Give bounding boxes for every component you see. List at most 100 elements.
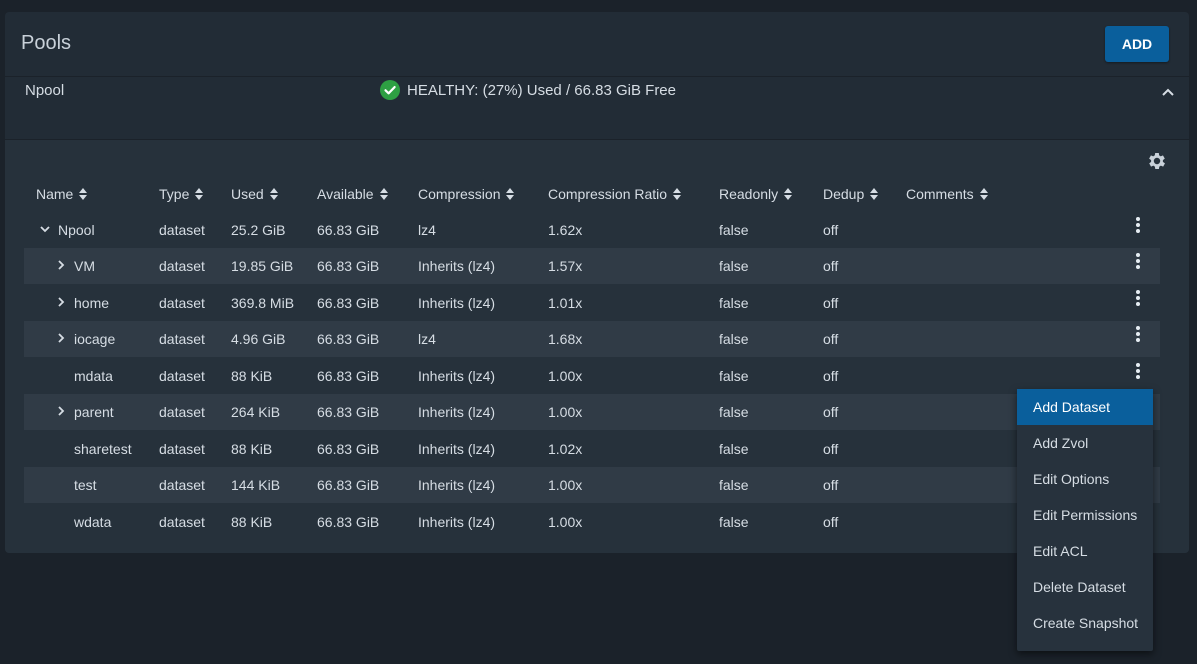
table-row[interactable]: Npool dataset 25.2 GiB 66.83 GiB lz4 1.62x fal…	[24, 212, 1160, 248]
column-header-label: Available	[317, 186, 374, 202]
table-row[interactable]: sharetest dataset 88 KiB 66.83 GiB Inherits …	[24, 431, 1160, 467]
cell-dedup: off	[823, 404, 839, 420]
cell-dedup: off	[823, 258, 839, 274]
cell-available: 66.83 GiB	[317, 258, 380, 274]
cell-compression: Inherits (lz4)	[418, 441, 496, 457]
page-title: Pools	[21, 32, 72, 54]
more-options-icon[interactable]	[1130, 288, 1146, 308]
menu-item-create-snapshot[interactable]: Create Snapshot	[1017, 605, 1153, 641]
table-row[interactable]: mdata dataset 88 KiB 66.83 GiB Inherits (lz4…	[24, 358, 1160, 394]
chevron-down-icon[interactable]	[40, 224, 50, 234]
cell-available: 66.83 GiB	[317, 514, 380, 530]
card-header: Pools ADD	[5, 12, 1189, 77]
cell-readonly: false	[719, 258, 749, 274]
cell-compression: Inherits (lz4)	[418, 368, 496, 384]
more-options-icon[interactable]	[1130, 251, 1146, 271]
cell-readonly: false	[719, 331, 749, 347]
table-row[interactable]: parent dataset 264 KiB 66.83 GiB Inherits (l…	[24, 394, 1160, 430]
cell-compression: Inherits (lz4)	[418, 258, 496, 274]
cell-available: 66.83 GiB	[317, 222, 380, 238]
more-options-icon[interactable]	[1130, 215, 1146, 235]
column-header-label: Comments	[906, 186, 974, 202]
chevron-right-icon[interactable]	[56, 260, 66, 270]
cell-used: 4.96 GiB	[231, 331, 286, 347]
cell-type: dataset	[159, 368, 205, 384]
cell-ratio: 1.00x	[548, 404, 583, 420]
cell-used: 88 KiB	[231, 514, 273, 530]
column-header-compression[interactable]: Compression	[418, 186, 515, 202]
cell-dedup: off	[823, 441, 839, 457]
dataset-name: VM	[74, 258, 95, 274]
column-header-label: Used	[231, 186, 264, 202]
cell-ratio: 1.68x	[548, 331, 583, 347]
more-options-icon[interactable]	[1130, 361, 1146, 381]
column-header-label: Dedup	[823, 186, 865, 202]
menu-item-delete-dataset[interactable]: Delete Dataset	[1017, 569, 1153, 605]
column-header-label: Compression	[418, 186, 501, 202]
menu-item-edit-permissions[interactable]: Edit Permissions	[1017, 497, 1153, 533]
cell-dedup: off	[823, 514, 839, 530]
column-header-readonly[interactable]: Readonly	[719, 186, 793, 202]
sort-icon	[784, 188, 793, 200]
chevron-right-icon[interactable]	[56, 333, 66, 343]
cell-compression: Inherits (lz4)	[418, 514, 496, 530]
table-row[interactable]: wdata dataset 88 KiB 66.83 GiB Inherits (lz4…	[24, 504, 1160, 540]
table-row[interactable]: home dataset 369.8 MiB 66.83 GiB Inherits (l…	[24, 285, 1160, 321]
cell-readonly: false	[719, 477, 749, 493]
sort-icon	[870, 188, 879, 200]
menu-item-edit-options[interactable]: Edit Options	[1017, 461, 1153, 497]
cell-type: dataset	[159, 441, 205, 457]
cell-type: dataset	[159, 258, 205, 274]
sort-icon	[379, 188, 388, 200]
chevron-right-icon[interactable]	[56, 406, 66, 416]
sort-icon	[269, 188, 278, 200]
menu-item-edit-acl[interactable]: Edit ACL	[1017, 533, 1153, 569]
cell-readonly: false	[719, 404, 749, 420]
column-header-name[interactable]: Name	[36, 186, 88, 202]
column-header-label: Readonly	[719, 186, 779, 202]
table-row[interactable]: test dataset 144 KiB 66.83 GiB Inherits (lz4…	[24, 467, 1160, 503]
cell-readonly: false	[719, 222, 749, 238]
chevron-right-icon[interactable]	[56, 297, 66, 307]
cell-compression: Inherits (lz4)	[418, 295, 496, 311]
sort-icon	[673, 188, 682, 200]
cell-dedup: off	[823, 368, 839, 384]
gear-icon[interactable]	[1146, 150, 1168, 172]
cell-type: dataset	[159, 514, 205, 530]
dataset-name: mdata	[74, 368, 113, 384]
menu-item-add-dataset[interactable]: Add Dataset	[1017, 389, 1153, 425]
dataset-name: iocage	[74, 331, 116, 347]
cell-dedup: off	[823, 222, 839, 238]
cell-type: dataset	[159, 295, 205, 311]
cell-compression: Inherits (lz4)	[418, 404, 496, 420]
cell-readonly: false	[719, 368, 749, 384]
cell-compression: lz4	[418, 331, 436, 347]
column-header-comments[interactable]: Comments	[906, 186, 988, 202]
table-row[interactable]: iocage dataset 4.96 GiB 66.83 GiB lz4 1.68x fa…	[24, 321, 1160, 357]
add-pool-button[interactable]: ADD	[1105, 26, 1169, 62]
column-header-type[interactable]: Type	[159, 186, 204, 202]
cell-dedup: off	[823, 295, 839, 311]
pool-status: HEALTHY: (27%) Used / 66.83 GiB Free	[380, 80, 676, 100]
cell-ratio: 1.00x	[548, 368, 583, 384]
cell-available: 66.83 GiB	[317, 331, 380, 347]
cell-ratio: 1.00x	[548, 514, 583, 530]
column-header-used[interactable]: Used	[231, 186, 278, 202]
pool-name: Npool	[25, 82, 65, 99]
pool-status-text: HEALTHY: (27%) Used / 66.83 GiB Free	[407, 81, 676, 99]
cell-used: 264 KiB	[231, 404, 281, 420]
column-header-available[interactable]: Available	[317, 186, 388, 202]
cell-used: 19.85 GiB	[231, 258, 294, 274]
chevron-up-icon[interactable]	[1161, 85, 1175, 99]
more-options-icon[interactable]	[1130, 324, 1146, 344]
column-header-dedup[interactable]: Dedup	[823, 186, 879, 202]
cell-available: 66.83 GiB	[317, 368, 380, 384]
cell-used: 88 KiB	[231, 368, 273, 384]
cell-readonly: false	[719, 441, 749, 457]
menu-item-add-zvol[interactable]: Add Zvol	[1017, 425, 1153, 461]
cell-available: 66.83 GiB	[317, 477, 380, 493]
table-row[interactable]: VM dataset 19.85 GiB 66.83 GiB Inherits (lz4…	[24, 248, 1160, 284]
dataset-name: test	[74, 477, 97, 493]
column-header-label: Compression Ratio	[548, 186, 668, 202]
column-header-compression-ratio[interactable]: Compression Ratio	[548, 186, 682, 202]
